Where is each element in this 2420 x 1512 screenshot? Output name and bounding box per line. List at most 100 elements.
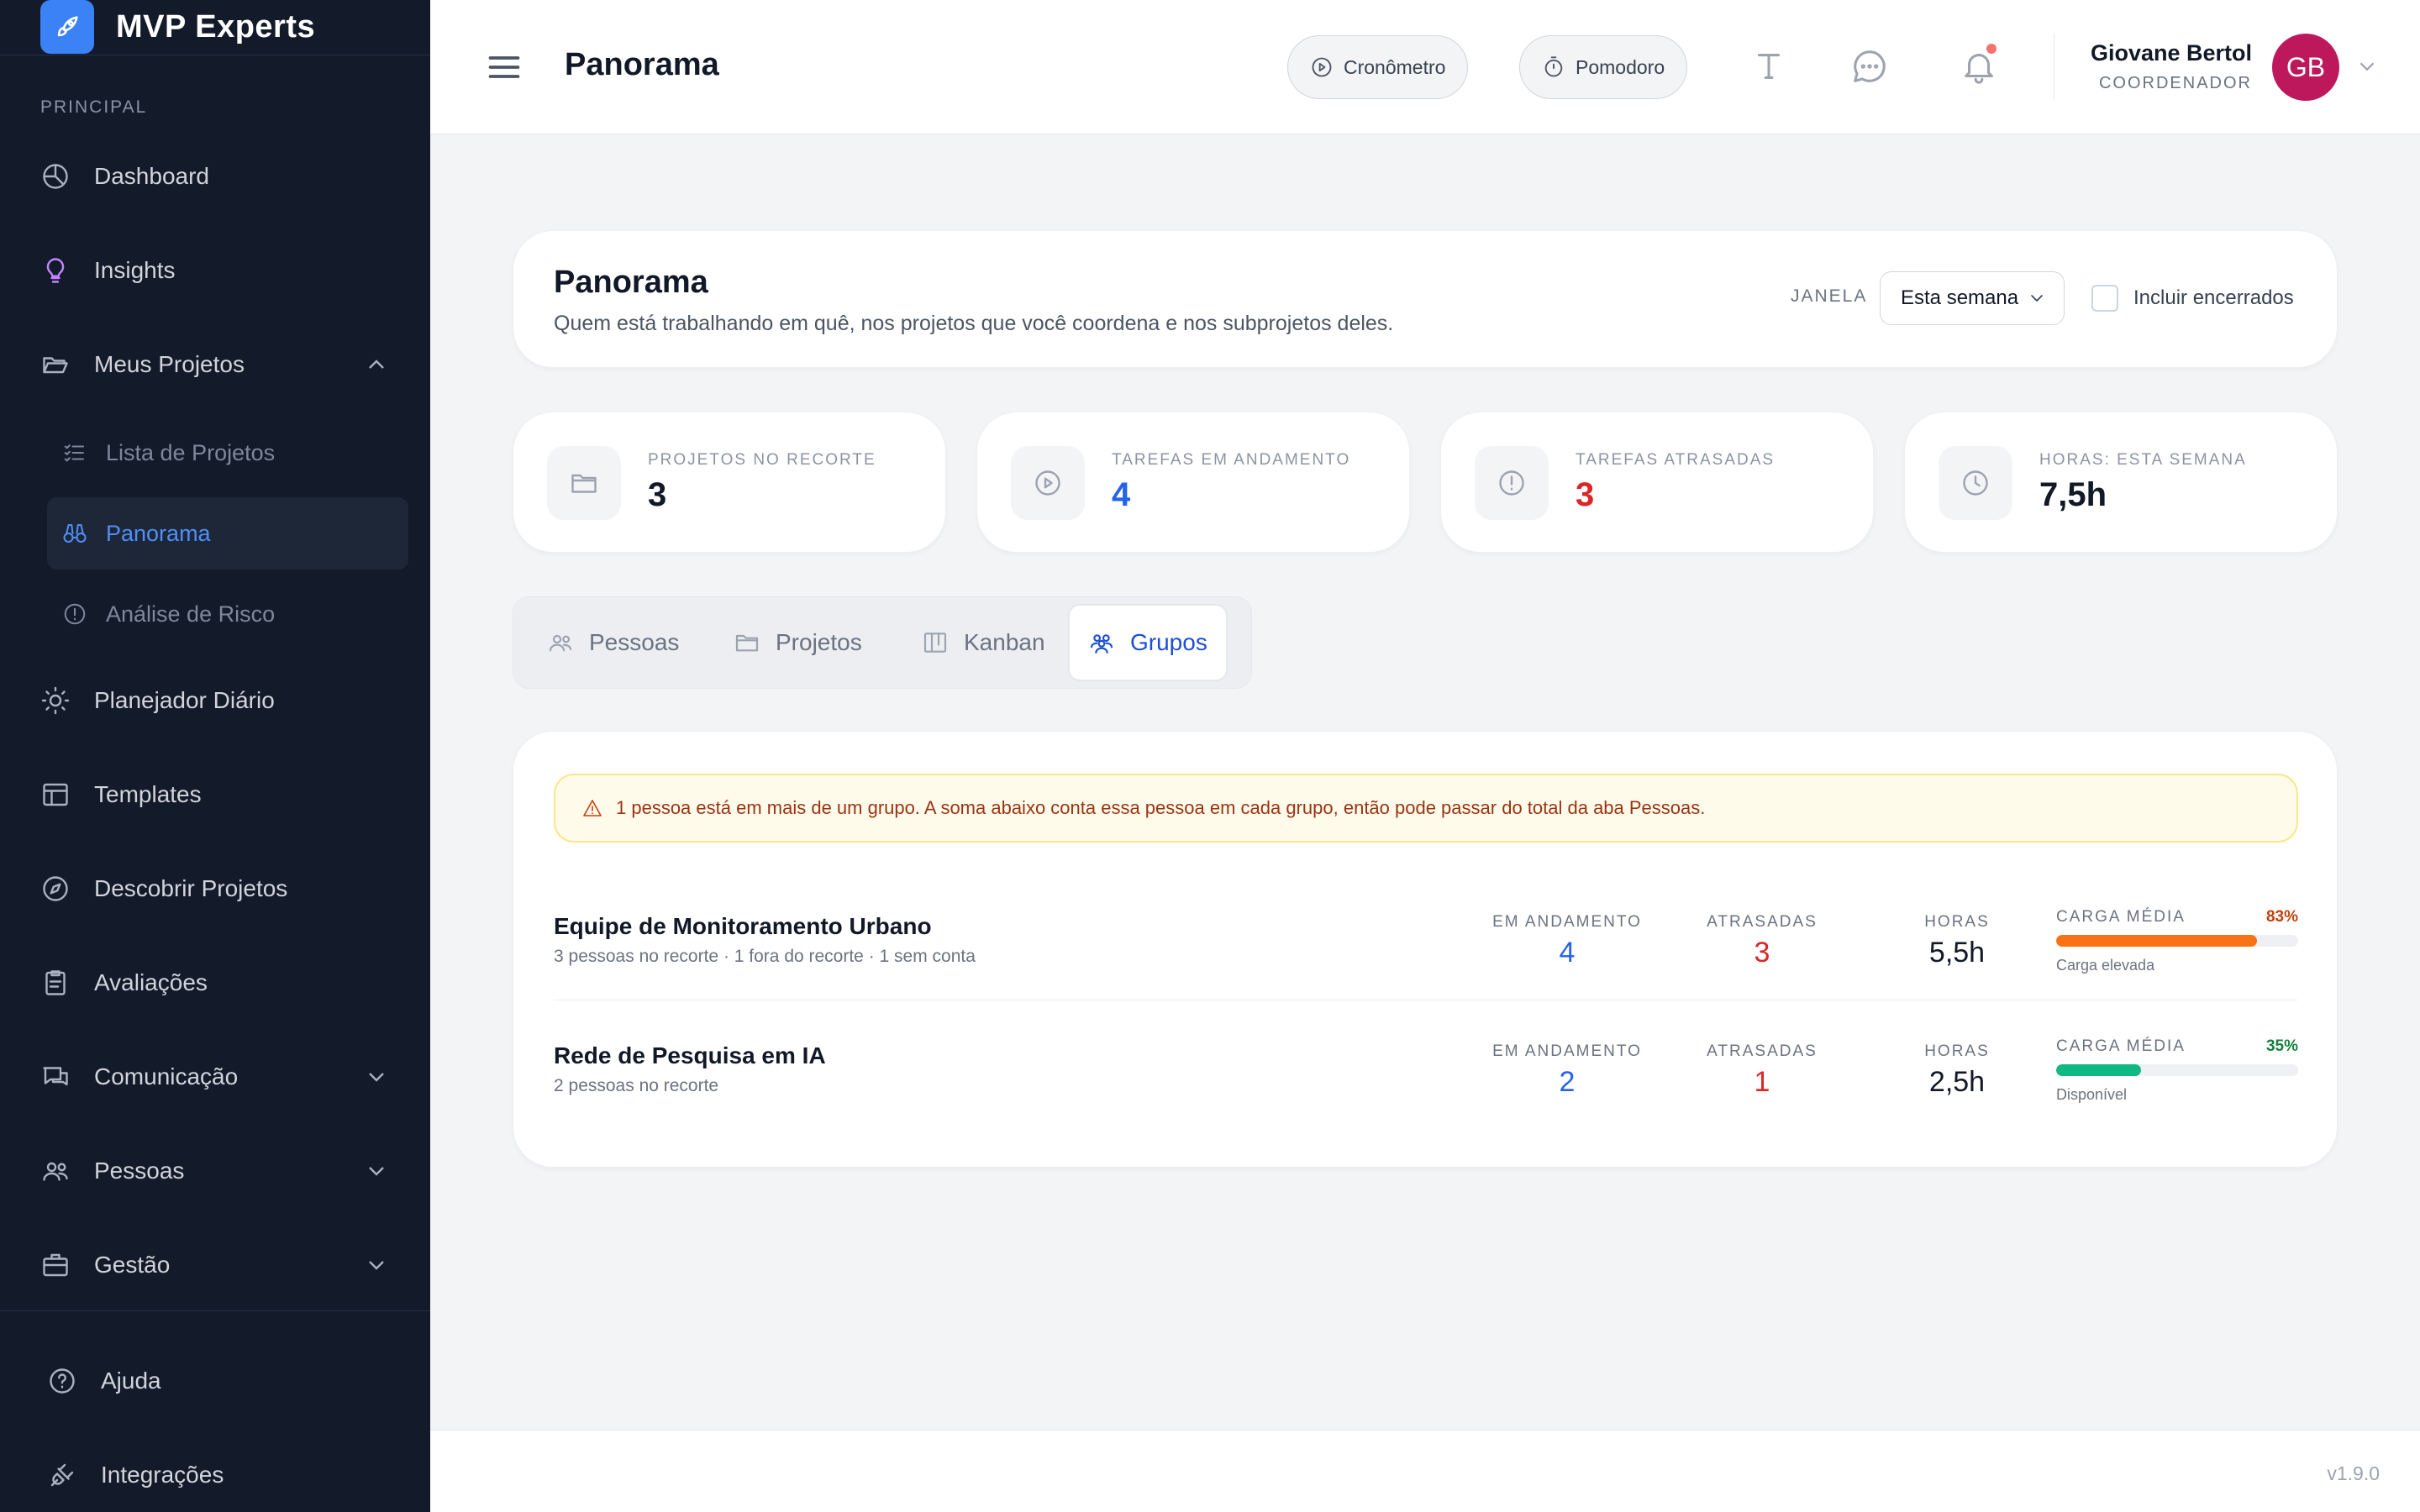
sidebar-item-comunicacao[interactable]: Comunicação bbox=[40, 1052, 390, 1102]
stat-card-projetos: PROJETOS NO RECORTE 3 bbox=[513, 412, 946, 553]
metric-label: EM ANDAMENTO bbox=[1492, 913, 1642, 931]
footer: v1.9.0 bbox=[430, 1430, 2420, 1512]
carga-percent: 83% bbox=[2265, 908, 2298, 926]
stat-card-andamento: TAREFAS EM ANDAMENTO 4 bbox=[976, 412, 1410, 553]
carga-bar bbox=[2056, 935, 2298, 947]
folder-open-icon bbox=[40, 349, 71, 380]
janela-label: JANELA bbox=[1791, 286, 1868, 306]
page-title: Panorama bbox=[565, 47, 719, 82]
chevron-down-icon[interactable] bbox=[363, 1252, 390, 1278]
sidebar-item-avaliacoes[interactable]: Avaliações bbox=[40, 958, 390, 1008]
sidebar-item-label: Templates bbox=[94, 781, 202, 807]
brand-name: MVP Experts bbox=[116, 9, 316, 45]
sidebar-item-templates[interactable]: Templates bbox=[40, 769, 390, 820]
sun-icon bbox=[40, 685, 71, 716]
carga-bar-fill bbox=[2056, 1064, 2141, 1076]
user-role: COORDENADOR bbox=[2098, 74, 2252, 92]
group-row[interactable]: Rede de Pesquisa em IA 2 pessoas no reco… bbox=[554, 1004, 2298, 1130]
metric-value: 3 bbox=[1754, 937, 1770, 969]
panorama-subtitle: Quem está trabalhando em quê, nos projet… bbox=[554, 312, 1394, 335]
tab-projetos[interactable]: Projetos bbox=[715, 604, 881, 681]
panorama-card: Panorama Quem está trabalhando em quê, n… bbox=[513, 230, 2338, 368]
stat-label: HORAS: ESTA SEMANA bbox=[2039, 451, 2247, 469]
metric-atrasadas: ATRASADAS 1 bbox=[1678, 1042, 1846, 1099]
group-sub: 2 pessoas no recorte bbox=[554, 1076, 719, 1095]
group-name[interactable]: Rede de Pesquisa em IA bbox=[554, 1042, 826, 1069]
chevron-down-icon[interactable] bbox=[363, 1063, 390, 1090]
carga-bar bbox=[2056, 1064, 2298, 1076]
menu-icon[interactable] bbox=[486, 49, 523, 86]
play-circle-icon bbox=[1011, 446, 1085, 520]
chat-bubble-icon[interactable] bbox=[1850, 47, 1889, 86]
tab-kanban[interactable]: Kanban bbox=[903, 604, 1064, 681]
chevron-down-icon[interactable] bbox=[363, 1158, 390, 1184]
warning-triangle-icon bbox=[582, 798, 602, 818]
stat-label: TAREFAS ATRASADAS bbox=[1576, 451, 1776, 469]
sidebar-item-label: Análise de Risco bbox=[106, 601, 276, 627]
carga-note: Carga elevada bbox=[2056, 957, 2155, 974]
pie-chart-icon bbox=[40, 161, 71, 192]
avatar[interactable]: GB bbox=[2272, 34, 2339, 101]
panorama-title: Panorama bbox=[554, 265, 708, 300]
topbar: Panorama Cronômetro Pomodoro Giovane Ber… bbox=[430, 0, 2420, 134]
janela-value: Esta semana bbox=[1901, 286, 2019, 309]
sidebar-item-descobrir[interactable]: Descobrir Projetos bbox=[40, 864, 390, 914]
stat-label: PROJETOS NO RECORTE bbox=[648, 451, 876, 469]
sidebar-item-analise-risco[interactable]: Análise de Risco bbox=[47, 578, 408, 650]
sidebar-item-ajuda[interactable]: Ajuda bbox=[47, 1356, 390, 1406]
rocket-icon bbox=[40, 0, 94, 54]
pomodoro-label: Pomodoro bbox=[1576, 55, 1665, 78]
sidebar-item-insights[interactable]: Insights bbox=[40, 245, 390, 296]
sidebar-item-label: Ajuda bbox=[101, 1368, 161, 1394]
metric-label: HORAS bbox=[1924, 1042, 1990, 1060]
app-version: v1.9.0 bbox=[2327, 1462, 2380, 1484]
incluir-encerrados-checkbox[interactable] bbox=[2091, 285, 2118, 312]
brand[interactable]: MVP Experts bbox=[0, 0, 430, 55]
sidebar-item-pessoas[interactable]: Pessoas bbox=[40, 1146, 390, 1196]
tab-label: Grupos bbox=[1130, 629, 1207, 655]
list-check-icon bbox=[62, 440, 87, 465]
carga-note: Disponível bbox=[2056, 1086, 2128, 1103]
text-size-icon[interactable] bbox=[1749, 47, 1788, 86]
sidebar-item-label: Avaliações bbox=[94, 969, 208, 995]
metric-em-andamento: EM ANDAMENTO 4 bbox=[1483, 913, 1651, 969]
sidebar-item-planejador[interactable]: Planejador Diário bbox=[40, 675, 390, 726]
sidebar-item-dashboard[interactable]: Dashboard bbox=[40, 151, 390, 202]
sidebar-item-lista-projetos[interactable]: Lista de Projetos bbox=[47, 417, 408, 489]
warning-text: 1 pessoa está em mais de um grupo. A som… bbox=[616, 797, 1706, 818]
folder-icon bbox=[547, 446, 621, 520]
metric-value: 2,5h bbox=[1928, 1066, 1986, 1098]
tab-label: Projetos bbox=[776, 629, 862, 655]
chevron-up-icon[interactable] bbox=[363, 351, 390, 378]
metric-horas: HORAS 5,5h bbox=[1873, 913, 2041, 969]
users-icon bbox=[40, 1156, 71, 1186]
pomodoro-button[interactable]: Pomodoro bbox=[1519, 35, 1688, 99]
notification-dot bbox=[1985, 42, 1998, 55]
sidebar-item-panorama[interactable]: Panorama bbox=[47, 497, 408, 570]
incluir-encerrados-label[interactable]: Incluir encerrados bbox=[2133, 286, 2294, 310]
binoculars-icon bbox=[62, 521, 87, 546]
metric-value: 2 bbox=[1559, 1066, 1576, 1098]
sidebar-divider bbox=[0, 1310, 430, 1311]
alert-circle-icon bbox=[1475, 446, 1549, 520]
sidebar-item-label: Pessoas bbox=[94, 1158, 185, 1184]
tab-pessoas[interactable]: Pessoas bbox=[529, 604, 697, 681]
sidebar-item-gestao[interactable]: Gestão bbox=[40, 1240, 390, 1290]
tab-grupos[interactable]: Grupos bbox=[1068, 604, 1228, 681]
group-name[interactable]: Equipe de Monitoramento Urbano bbox=[554, 913, 932, 940]
cronometro-button[interactable]: Cronômetro bbox=[1287, 35, 1469, 99]
metric-label: HORAS bbox=[1924, 913, 1990, 931]
group-row[interactable]: Equipe de Monitoramento Urbano 3 pessoas… bbox=[554, 874, 2298, 1000]
bell-icon[interactable] bbox=[1960, 42, 1998, 86]
sidebar-item-label: Gestão bbox=[94, 1252, 171, 1278]
user-name[interactable]: Giovane Bertol bbox=[2091, 40, 2252, 66]
chevron-down-icon[interactable] bbox=[2354, 54, 2380, 79]
metric-value: 1 bbox=[1754, 1066, 1770, 1098]
clock-icon bbox=[1939, 446, 2012, 520]
clipboard-icon bbox=[40, 968, 71, 998]
sidebar-item-integracoes[interactable]: Integrações bbox=[47, 1450, 390, 1500]
sidebar-item-meus-projetos[interactable]: Meus Projetos bbox=[40, 339, 390, 390]
carga-media: CARGA MÉDIA 35% Disponível bbox=[2056, 1037, 2298, 1104]
carga-label: CARGA MÉDIA bbox=[2056, 1037, 2186, 1055]
janela-select[interactable]: Esta semana bbox=[1880, 271, 2065, 325]
